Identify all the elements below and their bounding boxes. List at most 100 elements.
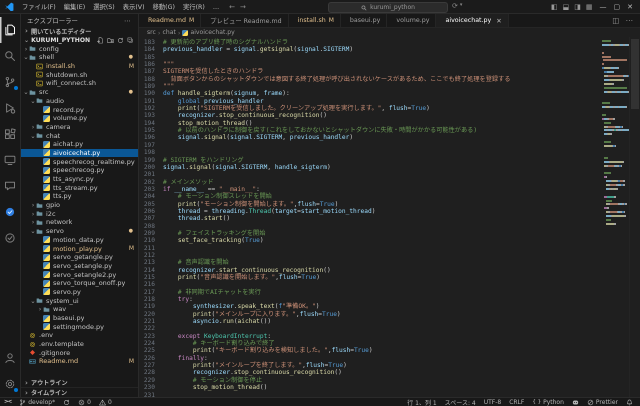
menu-item-5[interactable]: 実行(R) bbox=[179, 4, 209, 11]
activity-run-debug-icon[interactable] bbox=[0, 95, 21, 121]
menu-item-0[interactable]: ファイル(F) bbox=[18, 4, 60, 11]
tree-item-aichat.py[interactable]: aichat.py bbox=[21, 140, 138, 149]
tree-item-wifi_connect.sh[interactable]: wifi_connect.sh bbox=[21, 79, 138, 88]
tree-item-network[interactable]: › network bbox=[21, 218, 138, 227]
tree-item-.env[interactable]: .env bbox=[21, 331, 138, 340]
open-editors-section[interactable]: › 開いているエディター bbox=[21, 27, 138, 36]
minimap[interactable] bbox=[602, 37, 629, 397]
nav-back-icon[interactable]: ← bbox=[229, 3, 235, 11]
tree-item-config[interactable]: › config bbox=[21, 44, 138, 53]
more-actions-icon[interactable]: ⋯ bbox=[626, 16, 634, 25]
status--行 1、列 1[interactable]: 行 1、列 1 bbox=[403, 398, 440, 406]
tree-item-chat[interactable]: ⌄ chat bbox=[21, 131, 138, 140]
tab-aivoicechat.py[interactable]: aivoicechat.py ✕ bbox=[436, 14, 509, 27]
maximize-button[interactable]: ▢ bbox=[614, 3, 621, 11]
status-sync[interactable] bbox=[59, 399, 74, 406]
tree-item-tts.py[interactable]: tts.py bbox=[21, 192, 138, 201]
tree-item-servo_setangle2.py[interactable]: servo_setangle2.py bbox=[21, 270, 138, 279]
status--UTF-8[interactable]: UTF-8 bbox=[480, 399, 506, 406]
tree-item-camera[interactable]: › camera bbox=[21, 123, 138, 132]
activity-explorer-icon[interactable] bbox=[0, 17, 21, 43]
status-prettier-Prettier[interactable]: Prettier bbox=[583, 399, 622, 406]
minimize-button[interactable]: — bbox=[600, 3, 607, 11]
tree-item-motion_data.py[interactable]: motion_data.py bbox=[21, 236, 138, 245]
command-center[interactable]: kurumi_python bbox=[328, 2, 448, 13]
toggle-panel-icon[interactable]: ⬓ bbox=[563, 3, 570, 11]
tab-volume.py[interactable]: volume.py bbox=[387, 14, 437, 27]
tree-item-system_ui[interactable]: ⌄ system_ui bbox=[21, 296, 138, 305]
outline-section[interactable]: › アウトライン bbox=[21, 379, 138, 388]
menu-item-6[interactable]: … bbox=[209, 4, 223, 11]
close-button[interactable]: ✕ bbox=[627, 3, 633, 11]
workspace-root-row[interactable]: ⌄ KURUMI_PYTHON bbox=[21, 36, 138, 45]
status-warning-0[interactable]: 0 bbox=[95, 399, 116, 406]
tree-item-aivoicechat.py[interactable]: aivoicechat.py bbox=[21, 148, 138, 158]
menu-item-4[interactable]: 移動(G) bbox=[149, 4, 179, 11]
history-icon[interactable]: ⟳ bbox=[452, 2, 458, 10]
collapse-all-icon[interactable] bbox=[127, 37, 134, 44]
nav-forward-icon[interactable]: → bbox=[240, 3, 246, 11]
tree-item-src[interactable]: ⌄ src ● bbox=[21, 88, 138, 97]
status--CRLF[interactable]: CRLF bbox=[505, 399, 528, 406]
tree-item-gpio[interactable]: › gpio bbox=[21, 201, 138, 210]
new-file-icon[interactable] bbox=[97, 36, 104, 44]
tree-item-audio[interactable]: ⌄ audio bbox=[21, 97, 138, 106]
toggle-primary-sidebar-icon[interactable]: ◧ bbox=[551, 3, 558, 11]
status-error-0[interactable]: 0 bbox=[74, 399, 95, 406]
status-copilot[interactable] bbox=[568, 399, 583, 406]
activity-account-icon[interactable] bbox=[0, 345, 21, 371]
close-tab-icon[interactable]: ✕ bbox=[496, 17, 501, 25]
tree-item-Readme.md[interactable]: Readme.md M bbox=[21, 357, 138, 366]
tree-item-servo_setangle.py[interactable]: servo_setangle.py bbox=[21, 262, 138, 271]
activity-check-circle-icon[interactable] bbox=[0, 225, 21, 251]
breadcrumb-item-src[interactable]: src bbox=[147, 29, 156, 36]
tree-item-volume.py[interactable]: volume.py bbox=[21, 114, 138, 123]
tree-item-servo.py[interactable]: servo.py bbox=[21, 288, 138, 297]
tree-item-shell[interactable]: ⌄ shell ● bbox=[21, 53, 138, 62]
breadcrumb-item-aivoicechat.py[interactable]: aivoicechat.py bbox=[190, 29, 234, 36]
tree-item-install.sh[interactable]: install.sh M bbox=[21, 62, 138, 71]
activity-source-control-icon[interactable] bbox=[0, 69, 21, 95]
tab-Readme.md[interactable]: Readme.md M bbox=[139, 14, 202, 35]
activity-search-icon[interactable] bbox=[0, 43, 21, 69]
tree-item-servo[interactable]: ⌄ servo ● bbox=[21, 227, 138, 236]
activity-extension-circle-icon[interactable] bbox=[0, 199, 21, 225]
menu-item-3[interactable]: 表示(V) bbox=[119, 4, 149, 11]
code-editor[interactable]: 183 184 185 186 187 188 189 190 191 192 193 194 195 1… bbox=[139, 37, 640, 399]
status-braces-Python[interactable]: { } Python bbox=[528, 399, 568, 406]
tab-install.sh[interactable]: install.sh M bbox=[288, 14, 341, 37]
activity-remote-explorer-icon[interactable] bbox=[0, 147, 21, 173]
tree-item-servo_getangle.py[interactable]: servo_getangle.py bbox=[21, 253, 138, 262]
activity-settings-icon[interactable] bbox=[0, 371, 21, 397]
tree-item-tts_async.py[interactable]: tts_async.py bbox=[21, 175, 138, 184]
breadcrumb[interactable]: src › chat › aivoicechat.py bbox=[139, 28, 640, 37]
split-editor-icon[interactable]: ◫ bbox=[612, 16, 619, 25]
tree-item-wav[interactable]: › wav bbox=[21, 305, 138, 314]
code-content[interactable]: # 更新前のアプリ終了時のシグナルハンドラ previous_handler = … bbox=[161, 37, 602, 397]
more-actions-icon[interactable]: ⋯ bbox=[124, 17, 132, 25]
status-bell[interactable] bbox=[622, 399, 637, 406]
tree-item-record.py[interactable]: record.py bbox=[21, 105, 138, 114]
tree-item-servo_torque_onoff.py[interactable]: servo_torque_onoff.py bbox=[21, 279, 138, 288]
tree-item-shutdown.sh[interactable]: shutdown.sh bbox=[21, 70, 138, 79]
tree-item-i2c[interactable]: › i2c bbox=[21, 209, 138, 218]
new-folder-icon[interactable] bbox=[107, 37, 114, 44]
chevron-down-icon[interactable]: ▾ bbox=[460, 2, 463, 10]
status--スペース: 4[interactable]: スペース: 4 bbox=[441, 398, 480, 406]
tree-item-tts_stream.py[interactable]: tts_stream.py bbox=[21, 183, 138, 192]
activity-extensions-icon[interactable] bbox=[0, 121, 21, 147]
tree-item-.env.template[interactable]: .env.template bbox=[21, 340, 138, 349]
tree-item-motion_play.py[interactable]: motion_play.py M bbox=[21, 244, 138, 253]
tree-item-.gitignore[interactable]: .gitignore bbox=[21, 348, 138, 357]
status-branch-develop*[interactable]: develop* bbox=[15, 399, 59, 406]
scrollbar-thumb[interactable] bbox=[631, 39, 639, 109]
breadcrumb-item-chat[interactable]: chat bbox=[163, 29, 176, 36]
tree-item-speechrecog_realtime.py[interactable]: speechrecog_realtime.py bbox=[21, 157, 138, 166]
tree-item-speechrecog.py[interactable]: speechrecog.py bbox=[21, 166, 138, 175]
status-remote-indicator[interactable]: >< bbox=[0, 399, 15, 405]
refresh-icon[interactable] bbox=[117, 37, 124, 44]
menu-item-1[interactable]: 編集(E) bbox=[60, 4, 90, 11]
customize-layout-icon[interactable]: ▦ bbox=[586, 3, 593, 11]
toggle-secondary-sidebar-icon[interactable]: ◨ bbox=[574, 3, 581, 11]
tab-プレビュー Readme.md[interactable]: プレビュー Readme.md bbox=[201, 14, 289, 37]
